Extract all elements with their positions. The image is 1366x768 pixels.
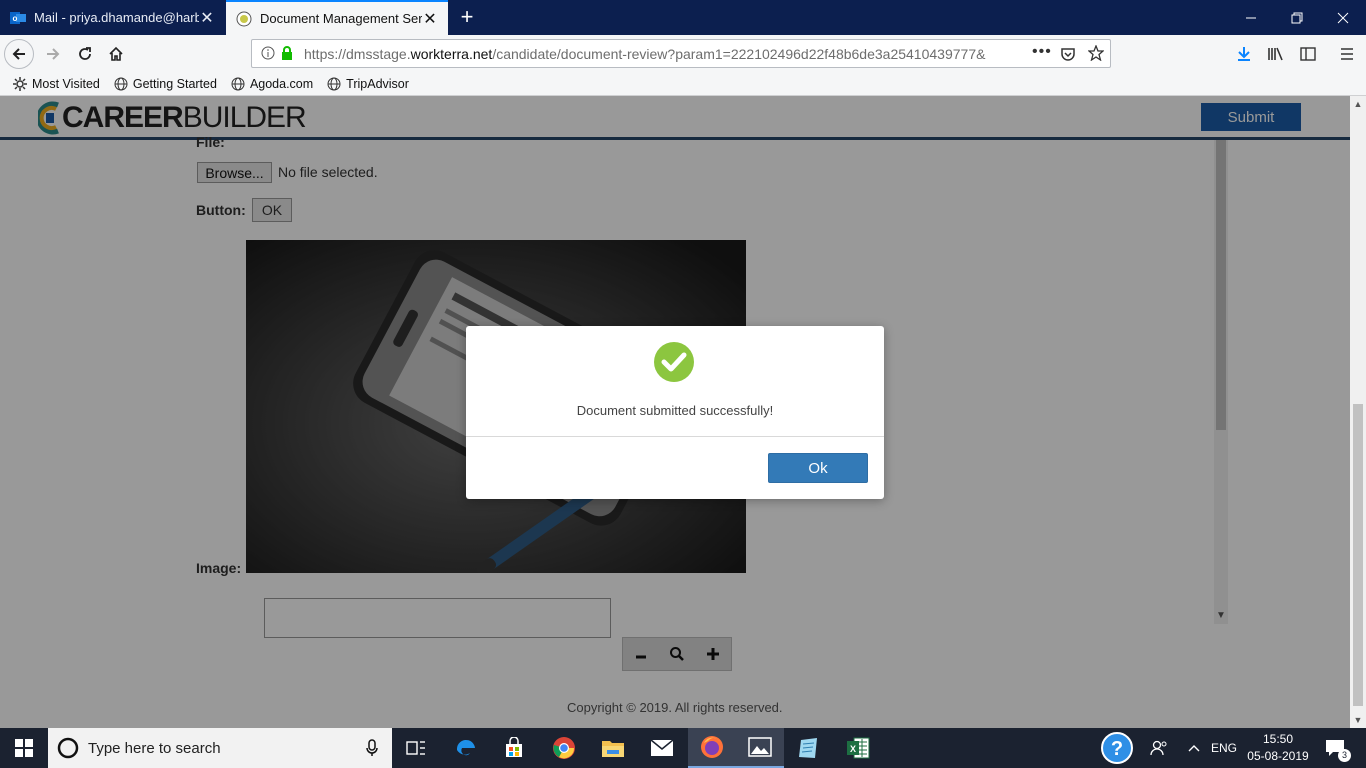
dialog-message: Document submitted successfully! bbox=[576, 403, 774, 418]
library-icon[interactable] bbox=[1261, 39, 1291, 69]
show-hidden-icons-icon[interactable] bbox=[1184, 728, 1204, 768]
tab-title: Document Management Servic bbox=[260, 11, 422, 26]
svg-text:X: X bbox=[850, 744, 856, 754]
dialog-divider bbox=[466, 436, 884, 437]
pocket-icon[interactable] bbox=[1060, 46, 1076, 65]
bookmark-tripadvisor[interactable]: TripAdvisor bbox=[326, 76, 409, 92]
clock-time: 15:50 bbox=[1262, 732, 1294, 746]
site-favicon-icon bbox=[236, 11, 252, 27]
store-icon[interactable] bbox=[490, 728, 538, 768]
tab-strip: o Mail - priya.dhamande@harbin ✕ Documen… bbox=[0, 0, 1366, 35]
address-bar[interactable]: https://dmsstage.workterra.net/candidate… bbox=[251, 39, 1111, 68]
success-dialog: Document submitted successfully! Ok bbox=[466, 326, 884, 499]
windows-start-icon[interactable] bbox=[0, 728, 48, 768]
close-window-icon[interactable] bbox=[1320, 0, 1366, 35]
globe-icon bbox=[326, 76, 342, 92]
bookmark-star-icon[interactable] bbox=[1087, 44, 1105, 64]
success-check-icon bbox=[654, 342, 694, 382]
bookmark-label: Getting Started bbox=[132, 76, 217, 91]
task-view-icon[interactable] bbox=[392, 728, 440, 768]
language-indicator[interactable]: ENG bbox=[1208, 728, 1240, 768]
file-explorer-icon[interactable] bbox=[589, 728, 637, 768]
tab-document-management[interactable]: Document Management Servic ✕ bbox=[226, 0, 448, 35]
bookmarks-toolbar: Most Visited Getting Started Agoda.com T… bbox=[0, 72, 1366, 96]
firefox-icon[interactable] bbox=[688, 728, 736, 768]
globe-icon bbox=[230, 76, 246, 92]
globe-icon bbox=[113, 76, 129, 92]
close-tab-icon[interactable]: ✕ bbox=[199, 8, 215, 28]
bookmark-most-visited[interactable]: Most Visited bbox=[12, 76, 100, 92]
info-icon[interactable] bbox=[261, 46, 275, 63]
minimize-icon[interactable] bbox=[1228, 0, 1274, 35]
bookmark-agoda[interactable]: Agoda.com bbox=[230, 76, 313, 92]
edge-icon[interactable] bbox=[442, 728, 490, 768]
system-clock[interactable]: 15:50 05-08-2019 bbox=[1240, 731, 1316, 765]
people-icon[interactable] bbox=[1146, 728, 1172, 768]
cortana-icon bbox=[48, 737, 88, 759]
scroll-up-icon[interactable]: ▲ bbox=[1350, 96, 1366, 112]
outlook-icon: o bbox=[10, 10, 26, 26]
taskbar-search[interactable]: Type here to search bbox=[48, 728, 392, 768]
url-text[interactable]: https://dmsstage.workterra.net/candidate… bbox=[304, 46, 992, 62]
page-actions-icon[interactable]: ••• bbox=[1032, 43, 1052, 61]
page-scrollbar[interactable]: ▲ ▼ bbox=[1350, 96, 1366, 728]
tab-mail[interactable]: o Mail - priya.dhamande@harbin ✕ bbox=[0, 0, 225, 35]
excel-icon[interactable]: X bbox=[834, 728, 882, 768]
sidebar-icon[interactable] bbox=[1293, 39, 1323, 69]
search-placeholder: Type here to search bbox=[88, 739, 221, 757]
page-scrollbar-thumb[interactable] bbox=[1353, 404, 1363, 706]
notification-count-badge: 3 bbox=[1338, 749, 1351, 762]
microphone-icon[interactable] bbox=[352, 739, 392, 757]
taskbar: Type here to search X ? ENG 15:50 05-08-… bbox=[0, 728, 1366, 768]
photos-icon[interactable] bbox=[736, 728, 784, 768]
navigation-toolbar: https://dmsstage.workterra.net/candidate… bbox=[0, 35, 1366, 72]
gear-icon bbox=[12, 76, 28, 92]
dialog-ok-button[interactable]: Ok bbox=[768, 453, 868, 483]
restore-icon[interactable] bbox=[1274, 0, 1320, 35]
forward-icon[interactable] bbox=[38, 39, 68, 69]
close-tab-icon[interactable]: ✕ bbox=[422, 9, 438, 29]
svg-text:o: o bbox=[13, 14, 18, 23]
scroll-down-icon[interactable]: ▼ bbox=[1350, 712, 1366, 728]
lock-icon[interactable] bbox=[280, 45, 294, 64]
bookmark-label: Most Visited bbox=[32, 76, 100, 91]
bookmark-label: Agoda.com bbox=[249, 76, 314, 91]
bookmark-getting-started[interactable]: Getting Started bbox=[113, 76, 217, 92]
help-icon[interactable]: ? bbox=[1100, 728, 1134, 768]
menu-icon[interactable] bbox=[1332, 39, 1362, 69]
download-icon[interactable] bbox=[1229, 39, 1259, 69]
home-icon[interactable] bbox=[101, 39, 131, 69]
notepad-icon[interactable] bbox=[785, 728, 833, 768]
action-center-icon[interactable]: 3 bbox=[1320, 728, 1351, 768]
bookmark-label: TripAdvisor bbox=[346, 76, 409, 91]
svg-text:?: ? bbox=[1111, 738, 1123, 760]
mail-icon[interactable] bbox=[638, 728, 686, 768]
clock-date: 05-08-2019 bbox=[1247, 749, 1309, 763]
back-icon[interactable] bbox=[4, 39, 34, 69]
new-tab-icon[interactable]: + bbox=[456, 4, 478, 30]
tab-title: Mail - priya.dhamande@harbin bbox=[34, 10, 199, 25]
reload-icon[interactable] bbox=[70, 39, 100, 69]
chrome-icon[interactable] bbox=[540, 728, 588, 768]
